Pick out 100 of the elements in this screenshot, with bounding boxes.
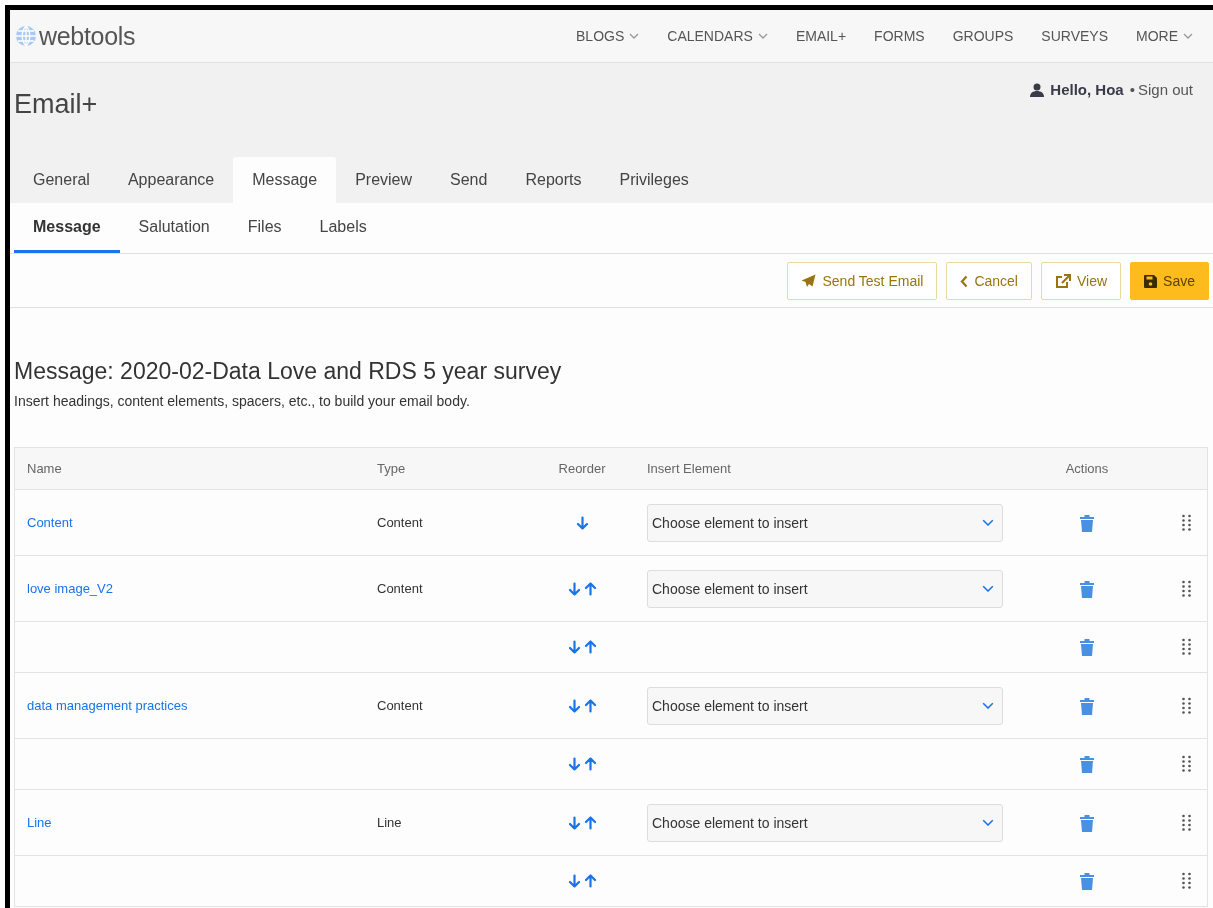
tab[interactable]: Reports [506, 157, 601, 203]
drag-handle[interactable] [1182, 813, 1191, 832]
delete-button[interactable] [1079, 579, 1095, 598]
move-down-button[interactable] [567, 581, 581, 596]
move-up-button[interactable] [583, 757, 597, 771]
arrow-up-icon [583, 640, 597, 654]
nav-link[interactable]: FORMS [860, 28, 939, 44]
send-button[interactable]: Send Test Email [787, 262, 938, 300]
column-header: Actions [1065, 461, 1109, 476]
tab[interactable]: Message [233, 157, 337, 203]
drag-handle[interactable] [1182, 638, 1191, 656]
globe-icon [15, 25, 37, 47]
move-up-button[interactable] [583, 815, 597, 830]
chevron-down-icon [982, 701, 994, 710]
nav-link[interactable]: BLOGS [562, 28, 654, 44]
type-cell-text: Content [377, 581, 424, 596]
type-cell-text: Content [377, 698, 424, 713]
nav-link[interactable]: CALENDARS [653, 28, 782, 44]
arrow-up-icon [583, 581, 597, 596]
move-up-button[interactable] [583, 874, 597, 888]
tab[interactable]: Preview [336, 157, 432, 203]
chevron-down-icon [1183, 33, 1193, 39]
arrow-down-icon [567, 698, 581, 713]
arrow-up-icon [583, 757, 597, 771]
sub-tab[interactable]: Labels [300, 203, 386, 253]
trash-icon [1079, 755, 1095, 773]
drag-handle[interactable] [1182, 872, 1191, 890]
move-down-button[interactable] [567, 640, 581, 654]
arrow-down-icon [575, 515, 589, 530]
delete-button[interactable] [1079, 755, 1095, 773]
description-text: Insert headings, content elements, spacers, etc., to build your email body. [14, 393, 471, 409]
arrow-down-icon [567, 640, 581, 654]
sign-out-link[interactable]: Sign out [1137, 81, 1193, 98]
page-title: Email+ [14, 89, 98, 121]
trash-icon [1079, 638, 1095, 656]
delete-button[interactable] [1079, 696, 1095, 715]
type-cell-text: Content [377, 515, 424, 530]
tab[interactable]: General [14, 157, 109, 203]
tab[interactable]: Privileges [600, 157, 708, 203]
chevron-down-icon [629, 33, 640, 39]
move-down-button[interactable] [567, 698, 581, 713]
tab[interactable]: Send [431, 157, 507, 203]
delete-button[interactable] [1079, 638, 1095, 656]
drag-handle-icon [1182, 696, 1191, 715]
chevron-down-icon [982, 818, 994, 827]
move-down-button[interactable] [567, 874, 581, 888]
separator-dot: • [1129, 81, 1135, 98]
move-up-button[interactable] [583, 640, 597, 654]
drag-handle[interactable] [1182, 696, 1191, 715]
element-name-link[interactable]: Content [27, 515, 377, 530]
paper-plane-icon [801, 274, 817, 288]
drag-handle-icon [1182, 513, 1191, 532]
move-down-button[interactable] [575, 515, 589, 530]
message-heading: Message: 2020-02-Data Love and RDS 5 year survey [14, 358, 563, 385]
arrow-down-icon [567, 581, 581, 596]
trash-icon [1079, 813, 1095, 832]
element-name-link[interactable]: Line [27, 815, 377, 830]
drag-handle[interactable] [1182, 755, 1191, 773]
trash-icon [1079, 696, 1095, 715]
insert-element-select[interactable]: Choose element to insert [647, 686, 1003, 725]
chevron-down-icon [982, 518, 994, 527]
trash-icon [1079, 579, 1095, 598]
sub-tab[interactable]: Message [14, 203, 120, 253]
insert-element-select[interactable]: Choose element to insert [647, 503, 1003, 542]
drag-handle-icon [1182, 872, 1191, 890]
sub-tab[interactable]: Files [228, 203, 301, 253]
delete-button[interactable] [1079, 513, 1095, 532]
arrow-up-icon [583, 698, 597, 713]
delete-button[interactable] [1079, 813, 1095, 832]
nav-link[interactable]: EMAIL+ [781, 28, 861, 44]
tab[interactable]: Appearance [108, 157, 234, 203]
move-down-button[interactable] [567, 815, 581, 830]
move-down-button[interactable] [567, 757, 581, 771]
column-header: Name [27, 461, 62, 476]
insert-element-select[interactable]: Choose element to insert [647, 569, 1003, 608]
nav-link[interactable]: GROUPS [938, 28, 1028, 44]
column-header: Reorder [558, 461, 606, 476]
move-up-button[interactable] [583, 698, 597, 713]
insert-element-select[interactable]: Choose element to insert [647, 803, 1003, 842]
arrow-down-icon [567, 757, 581, 771]
arrow-down-icon [567, 874, 581, 888]
sub-tab[interactable]: Salutation [119, 203, 229, 253]
drag-handle-icon [1182, 579, 1191, 598]
nav-link[interactable]: MORE [1122, 28, 1207, 44]
cancel-button[interactable]: Cancel [946, 262, 1032, 300]
arrow-up-icon [583, 874, 597, 888]
drag-handle[interactable] [1182, 579, 1191, 598]
drag-handle-icon [1182, 813, 1191, 832]
nav-link[interactable]: SURVEYS [1027, 28, 1122, 44]
delete-button[interactable] [1079, 872, 1095, 890]
drag-handle[interactable] [1182, 513, 1191, 532]
chevron-left-icon [960, 274, 969, 288]
element-name-link[interactable]: love image_V2 [27, 581, 377, 596]
move-up-button[interactable] [583, 581, 597, 596]
element-name-link[interactable]: data management practices [27, 698, 377, 713]
view-button[interactable]: View [1041, 262, 1122, 300]
type-cell-text: Line [377, 815, 403, 830]
user-icon [1030, 83, 1045, 97]
arrow-down-icon [567, 815, 581, 830]
save-button[interactable]: Save [1130, 262, 1209, 300]
